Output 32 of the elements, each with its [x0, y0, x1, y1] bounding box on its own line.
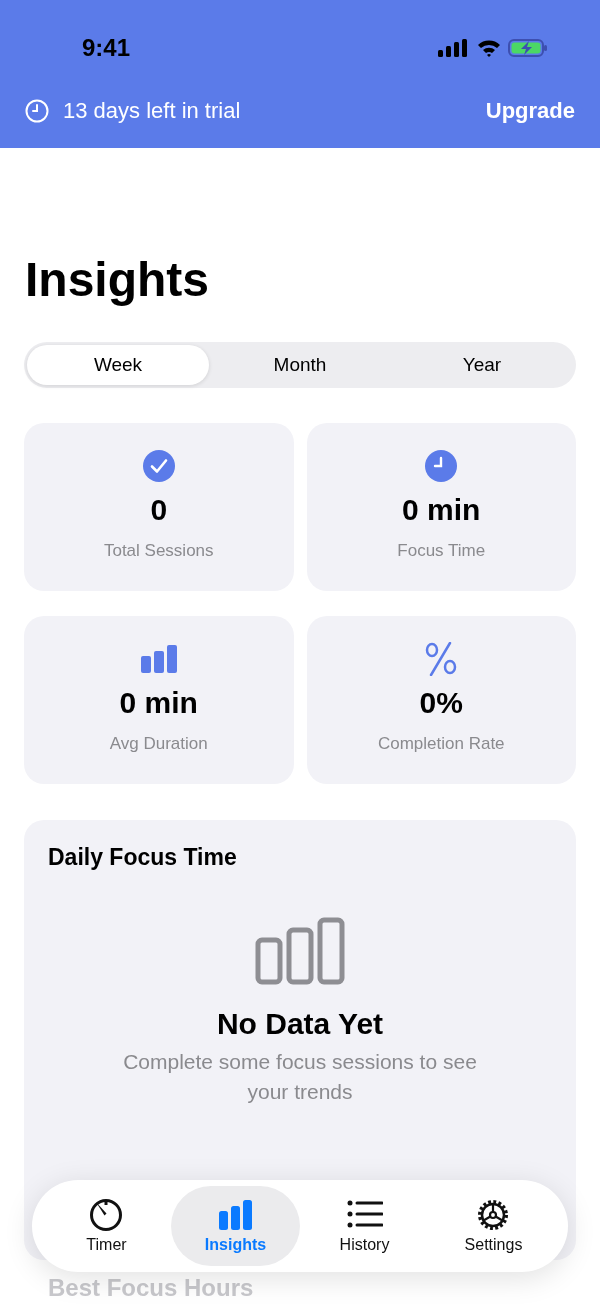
bar-chart-icon — [255, 917, 345, 985]
trial-text: 13 days left in trial — [63, 98, 242, 124]
bar-chart-icon — [140, 644, 177, 674]
timer-icon — [88, 1198, 125, 1232]
stat-label: Avg Duration — [109, 734, 208, 754]
signal-icon — [438, 39, 470, 57]
stat-label: Focus Time — [397, 541, 486, 561]
tab-item[interactable]: Timer — [42, 1186, 171, 1266]
percent-icon — [424, 642, 459, 676]
battery-icon — [508, 38, 548, 58]
tab-item[interactable]: History — [300, 1186, 429, 1266]
bar-chart-icon — [217, 1198, 254, 1232]
page-title: Insights — [25, 252, 210, 308]
upgrade-button[interactable]: Upgrade — [485, 98, 575, 124]
segment-tab[interactable]: Year — [391, 345, 573, 385]
clock-icon — [25, 99, 49, 123]
stat-value: 0 — [150, 493, 168, 527]
wifi-icon — [477, 39, 501, 57]
stat-label: Total Sessions — [103, 541, 214, 561]
tab-item[interactable]: Settings — [429, 1186, 558, 1266]
segment-tab[interactable]: Month — [209, 345, 391, 385]
stat-value: 0 min — [402, 493, 481, 527]
card-title: Daily Focus Time — [48, 844, 238, 871]
status-time: 9:41 — [82, 34, 131, 62]
segment-tab[interactable]: Week — [27, 345, 209, 385]
stat-value: 0% — [419, 686, 463, 720]
empty-message: Complete some focus sessions to see your trends — [122, 1049, 478, 1105]
stat-label: Completion Rate — [377, 734, 505, 754]
empty-title: No Data Yet — [216, 1007, 384, 1041]
clock-icon — [424, 449, 459, 483]
stat-value: 0 min — [119, 686, 198, 720]
check-icon — [141, 449, 176, 483]
